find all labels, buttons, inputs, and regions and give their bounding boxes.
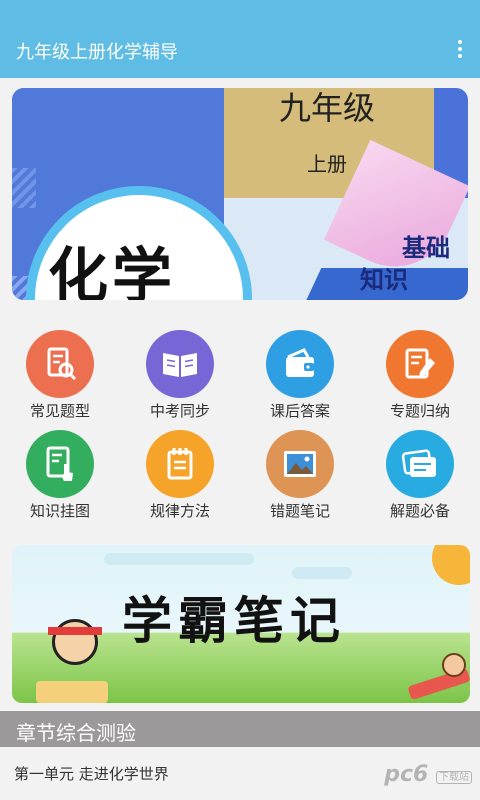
grid-label: 解题必备 [389,502,450,520]
cards-icon [386,430,454,498]
picture-icon [266,430,334,498]
banner-grade: 九年级 [278,89,375,127]
grid-label: 知识挂图 [29,502,90,520]
section-header: 章节综合测验 [0,711,480,747]
grid-item-solving-essentials[interactable]: 解题必备 [360,430,480,526]
banner-subject: 化学 [48,242,176,300]
section-title: 章节综合测验 [16,721,136,745]
open-book-icon [146,330,214,398]
grid-label: 规律方法 [149,502,210,520]
note-pen-icon [386,330,454,398]
grid-item-common-questions[interactable]: 常见题型 [0,330,120,426]
sun-graphic [432,545,470,585]
banner-stripes [12,168,36,208]
more-vert-icon[interactable] [452,38,468,60]
grid-label: 专题归纳 [389,402,450,420]
grid-item-exam-sync[interactable]: 中考同步 [120,330,240,426]
grid-item-topic-summary[interactable]: 专题归纳 [360,330,480,426]
girl-illustration [442,653,466,677]
grid-label: 课后答案 [269,402,330,420]
cloud-graphic [292,567,352,579]
study-notes-banner[interactable]: 学霸笔记 [12,545,470,703]
app-bar: 九年级上册化学辅导 [0,0,480,78]
notepad-icon [146,430,214,498]
cloud-graphic [104,553,254,565]
notes-banner-title: 学霸笔记 [122,592,346,650]
tablet-touch-icon [26,430,94,498]
site-watermark: pc6 下载站 [384,762,472,787]
grid-item-knowledge-charts[interactable]: 知识挂图 [0,430,120,526]
grid-item-mistake-notes[interactable]: 错题笔记 [240,430,360,526]
grid-label: 错题笔记 [269,502,330,520]
grid-item-homework-answers[interactable]: 课后答案 [240,330,360,426]
banner-volume: 上册 [307,152,347,176]
list-item-label: 第一单元 走进化学世界 [14,765,169,783]
watermark-text: pc6 [384,762,429,787]
wallet-icon [266,330,334,398]
chemistry-banner[interactable]: 九年级 上册 化学 基础 知识 [12,88,468,300]
student-illustration [52,619,98,665]
banner-line2: 知识 [360,266,408,294]
grid-item-methods[interactable]: 规律方法 [120,430,240,526]
watermark-badge: 下载站 [436,770,472,784]
app-title: 九年级上册化学辅导 [16,42,178,63]
headband-graphic [48,627,102,635]
document-search-icon [26,330,94,398]
podium-graphic [36,681,108,703]
grid-label: 中考同步 [149,402,210,420]
banner-line1: 基础 [402,234,450,262]
grid-label: 常见题型 [29,402,90,420]
